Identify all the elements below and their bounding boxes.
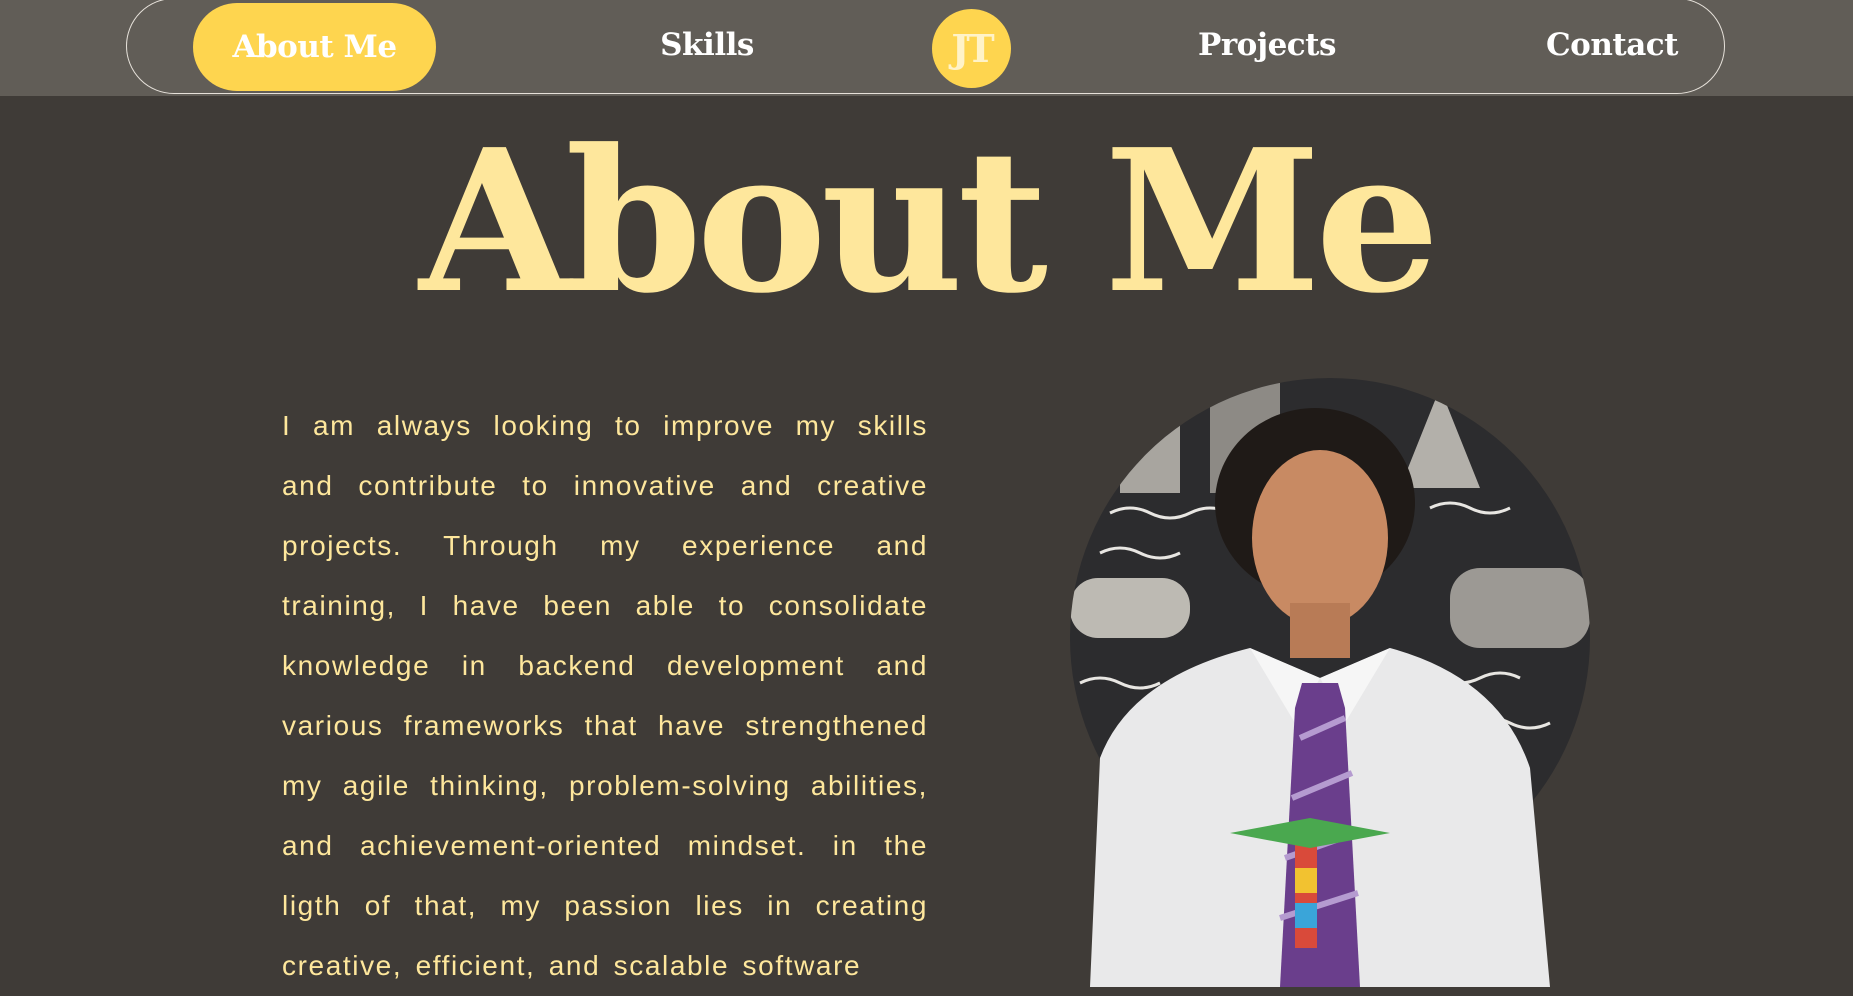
jt-logo[interactable]: JT (932, 9, 1011, 88)
nav-contact[interactable]: Contact (1532, 0, 1692, 91)
nav-skills[interactable]: Skills (607, 0, 807, 91)
profile-photo (1070, 378, 1590, 987)
bio-paragraph: I am always looking to improve my skills… (282, 410, 928, 981)
nav-projects[interactable]: Projects (1167, 0, 1367, 91)
nav-about-me[interactable]: About Me (193, 3, 436, 91)
page-title: About Me (419, 107, 1440, 337)
main-nav: About Me Skills JT Projects Contact (126, 0, 1725, 94)
